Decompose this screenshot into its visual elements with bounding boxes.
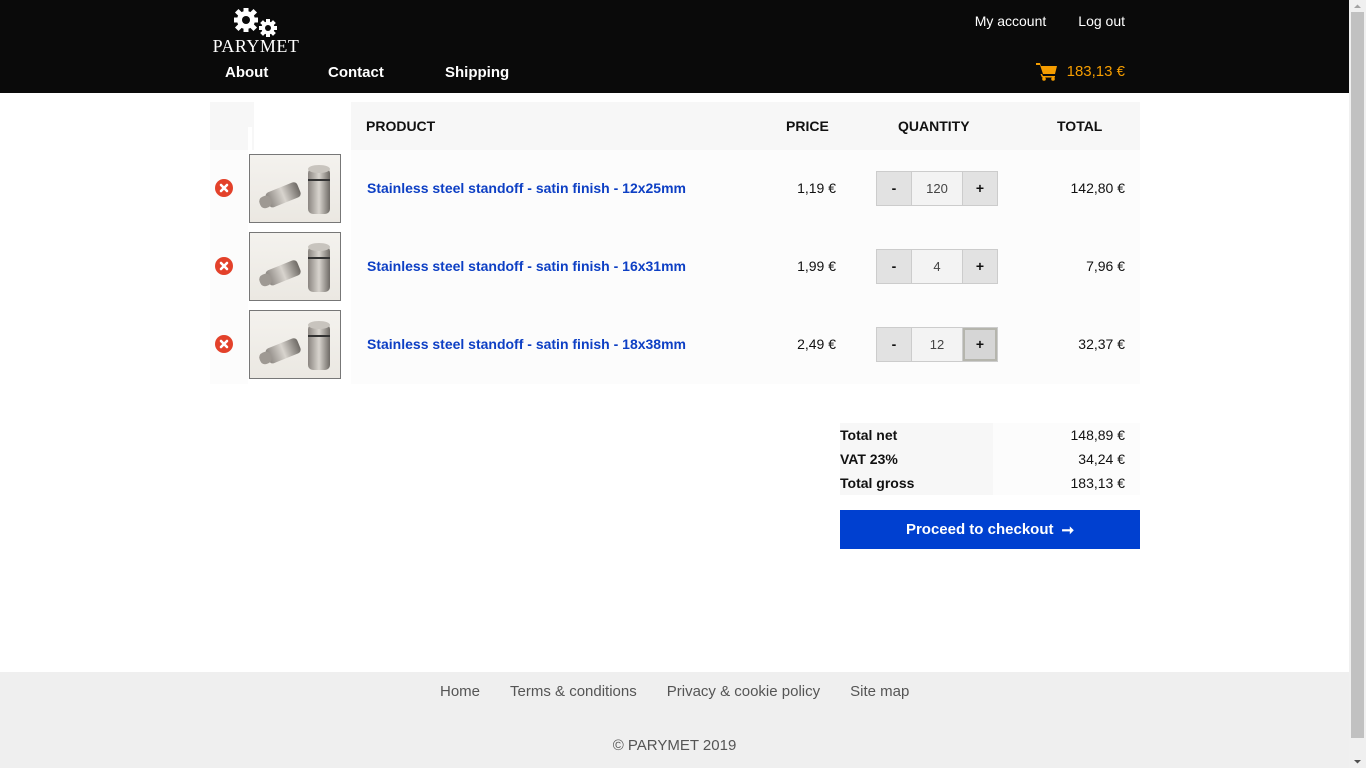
my-account-link[interactable]: My account: [975, 13, 1047, 29]
quantity-stepper: - 120 +: [876, 171, 998, 206]
column-product: PRODUCT: [366, 118, 436, 134]
cart-table: PRODUCT PRICE QUANTITY TOTAL Stainless s…: [210, 102, 1140, 384]
site-header: PARYMET My account Log out About Contact…: [0, 0, 1349, 93]
line-total: 7,96 €: [1086, 258, 1125, 274]
summary-label: Total gross: [840, 471, 993, 495]
line-total: 142,80 €: [1070, 180, 1126, 196]
parymet-logo[interactable]: PARYMET: [210, 8, 302, 56]
line-total: 32,37 €: [1078, 336, 1125, 352]
decrease-quantity-button[interactable]: -: [877, 172, 911, 205]
product-link[interactable]: Stainless steel standoff - satin finish …: [367, 336, 686, 352]
decrease-quantity-button[interactable]: -: [877, 328, 911, 361]
scroll-down-arrow-icon[interactable]: [1349, 756, 1366, 768]
standoff-image: [259, 243, 330, 292]
quantity-stepper: - 4 +: [876, 249, 998, 284]
product-link[interactable]: Stainless steel standoff - satin finish …: [367, 258, 686, 274]
summary-row-vat: VAT 23% 34,24 €: [840, 447, 1140, 471]
site-footer: Home Terms & conditions Privacy & cookie…: [0, 672, 1349, 768]
cart-item-row: Stainless steel standoff - satin finish …: [210, 306, 1140, 384]
close-circle-icon: [219, 339, 229, 349]
cart-table-header: PRODUCT PRICE QUANTITY TOTAL: [210, 102, 1140, 150]
remove-item-button[interactable]: [215, 179, 233, 197]
summary-value: 34,24 €: [993, 447, 1140, 471]
nav-shipping[interactable]: Shipping: [445, 64, 509, 81]
remove-item-button[interactable]: [215, 257, 233, 275]
footer-links: Home Terms & conditions Privacy & cookie…: [440, 683, 909, 700]
scroll-up-arrow-icon[interactable]: [1349, 0, 1366, 12]
unit-price: 2,49 €: [797, 336, 836, 352]
logo-text: PARYMET: [212, 36, 300, 56]
quantity-input[interactable]: 4: [911, 250, 963, 283]
standoff-image: [259, 165, 330, 214]
close-circle-icon: [219, 183, 229, 193]
footer-link-privacy[interactable]: Privacy & cookie policy: [667, 683, 820, 700]
nav-about[interactable]: About: [225, 64, 328, 81]
summary-label: VAT 23%: [840, 447, 993, 471]
arrow-right-icon: ➞: [1061, 521, 1075, 539]
account-links: My account Log out: [975, 13, 1125, 29]
cart-item-row: Stainless steel standoff - satin finish …: [210, 228, 1140, 306]
scrollbar-thumb[interactable]: [1351, 12, 1364, 738]
shopping-cart-icon: [1035, 63, 1057, 81]
column-total: TOTAL: [1057, 118, 1103, 134]
vertical-scrollbar[interactable]: [1349, 0, 1366, 768]
checkout-label: Proceed to checkout: [905, 521, 1054, 538]
summary-value: 183,13 €: [993, 471, 1140, 495]
increase-quantity-button[interactable]: +: [963, 328, 997, 361]
footer-link-sitemap[interactable]: Site map: [850, 683, 909, 700]
header-blank-gap: [248, 127, 252, 150]
standoff-image: [259, 321, 330, 370]
page: PARYMET My account Log out About Contact…: [0, 0, 1349, 768]
decrease-quantity-button[interactable]: -: [877, 250, 911, 283]
nav-contact[interactable]: Contact: [328, 64, 445, 81]
quantity-stepper: - 12 +: [876, 327, 998, 362]
cart-total: 183,13 €: [1066, 63, 1125, 80]
footer-link-home[interactable]: Home: [440, 683, 480, 700]
product-link[interactable]: Stainless steel standoff - satin finish …: [367, 180, 686, 196]
product-thumbnail[interactable]: [249, 154, 341, 223]
product-thumbnail[interactable]: [249, 232, 341, 301]
column-price: PRICE: [786, 118, 829, 134]
header-cells: [351, 102, 1140, 150]
main-nav: About Contact Shipping: [225, 64, 509, 81]
close-circle-icon: [219, 261, 229, 271]
unit-price: 1,19 €: [797, 180, 836, 196]
summary-row-net: Total net 148,89 €: [840, 423, 1140, 447]
column-quantity: QUANTITY: [898, 118, 970, 134]
unit-price: 1,99 €: [797, 258, 836, 274]
increase-quantity-button[interactable]: +: [963, 250, 997, 283]
summary-label: Total net: [840, 423, 993, 447]
gears-icon: [234, 8, 277, 37]
product-thumbnail[interactable]: [249, 310, 341, 379]
order-summary: Total net 148,89 € VAT 23% 34,24 € Total…: [840, 423, 1140, 495]
increase-quantity-button[interactable]: +: [963, 172, 997, 205]
summary-row-gross: Total gross 183,13 €: [840, 471, 1140, 495]
cart-item-row: Stainless steel standoff - satin finish …: [210, 150, 1140, 228]
quantity-input[interactable]: 12: [911, 328, 963, 361]
copyright: © PARYMET 2019: [612, 737, 737, 754]
remove-item-button[interactable]: [215, 335, 233, 353]
footer-link-terms[interactable]: Terms & conditions: [510, 683, 637, 700]
summary-value: 148,89 €: [993, 423, 1140, 447]
cart-summary-link[interactable]: 183,13 €: [1035, 62, 1125, 81]
log-out-link[interactable]: Log out: [1078, 13, 1125, 29]
proceed-to-checkout-button[interactable]: Proceed to checkout ➞: [840, 510, 1140, 549]
quantity-input[interactable]: 120: [911, 172, 963, 205]
